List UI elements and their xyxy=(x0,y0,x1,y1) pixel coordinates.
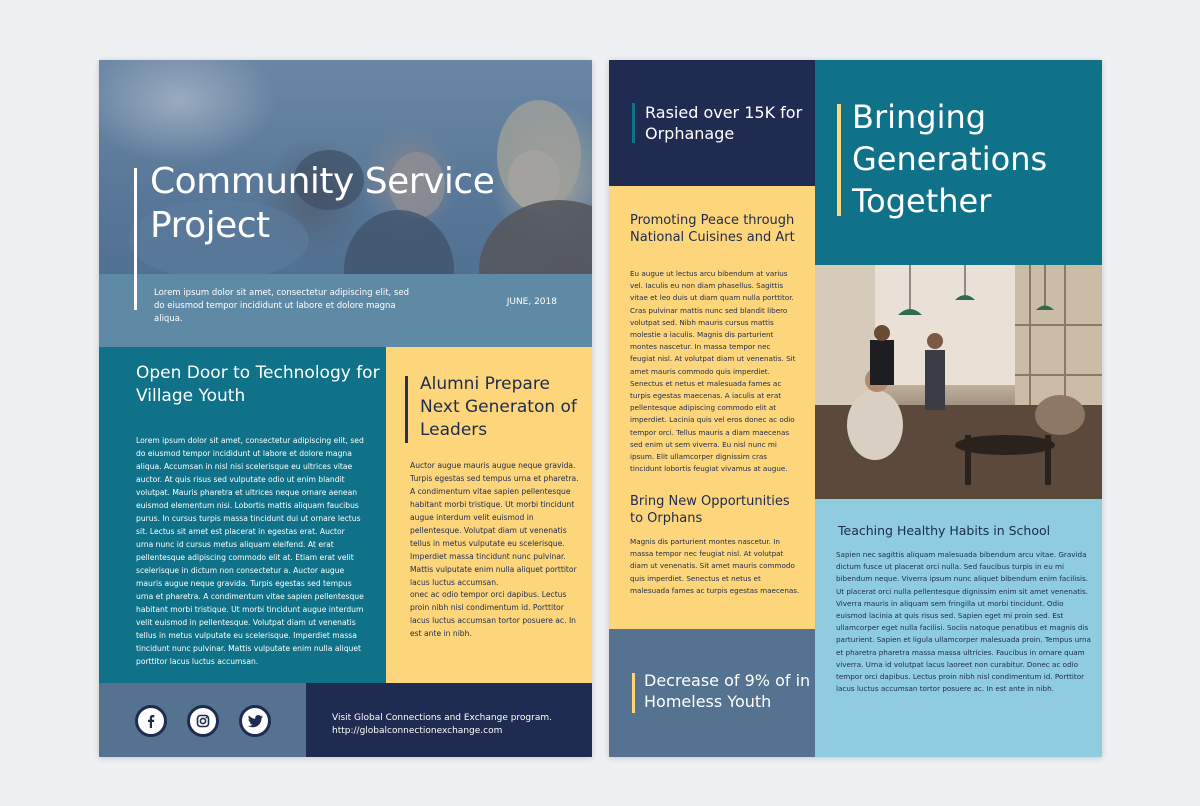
instagram-icon[interactable] xyxy=(187,705,219,737)
brochure-page-left: Community Service Project Lorem ipsum do… xyxy=(99,60,592,757)
article-peace-panel: Promoting Peace through National Cuisine… xyxy=(609,186,815,629)
headline-panel: Bringing Generations Together xyxy=(815,60,1102,265)
article-heading: Alumni Prepare Next Generaton of Leaders xyxy=(420,374,577,440)
social-footer xyxy=(99,683,306,757)
article-heading: Promoting Peace through National Cuisine… xyxy=(630,213,795,245)
article-heading: Bring New Opportunities to Orphans xyxy=(630,494,790,526)
headline: Bringing Generations Together xyxy=(852,98,1048,220)
article-body: Sapien nec sagittis aliquam malesuada bi… xyxy=(836,550,1091,694)
twitter-icon[interactable] xyxy=(239,705,271,737)
cafe-scene-illustration xyxy=(815,265,1102,499)
article-open-door: Open Door to Technology for Village Yout… xyxy=(99,347,386,683)
decrease-accent-bar xyxy=(632,673,635,713)
alumni-accent-bar xyxy=(405,376,408,443)
footer-visit-line: Visit Global Connections and Exchange pr… xyxy=(332,713,552,723)
stat-decrease-panel: Decrease of 9% of in Homeless Youth xyxy=(609,629,815,757)
article-habits-panel: Teaching Healthy Habits in School Sapien… xyxy=(815,499,1102,757)
hero-subtitle: Lorem ipsum dolor sit amet, consectetur … xyxy=(154,288,409,324)
article-body: Eu augue ut lectus arcu bibendum at vari… xyxy=(630,269,796,474)
article-body: Auctor augue mauris augue neque gravida.… xyxy=(410,461,579,587)
program-link[interactable]: http://globalconnectionexchange.com xyxy=(332,726,502,736)
stat-raised-panel: Rasied over 15K for Orphanage xyxy=(609,60,815,186)
raised-accent-bar xyxy=(632,103,635,143)
cafe-photo xyxy=(815,265,1102,499)
page-title: Community Service Project xyxy=(150,161,495,246)
article-body-continued: onec ac odio tempor orci dapibus. Lectus… xyxy=(410,590,576,638)
article-body: Lorem ipsum dolor sit amet, consectetur … xyxy=(136,436,364,666)
facebook-icon[interactable] xyxy=(135,705,167,737)
article-heading: Teaching Healthy Habits in School xyxy=(838,523,1051,538)
title-accent-bar xyxy=(134,168,137,310)
footer-text: Visit Global Connections and Exchange pr… xyxy=(332,712,582,738)
stat-raised: Rasied over 15K for Orphanage xyxy=(645,103,803,143)
brochure-page-right: Rasied over 15K for Orphanage Bringing G… xyxy=(609,60,1102,757)
article-heading: Open Door to Technology for Village Yout… xyxy=(136,363,380,406)
article-alumni: Alumni Prepare Next Generaton of Leaders… xyxy=(386,347,592,683)
headline-accent-bar xyxy=(837,104,841,216)
issue-date: JUNE, 2018 xyxy=(506,297,557,307)
program-footer: Visit Global Connections and Exchange pr… xyxy=(306,683,592,757)
stat-decrease: Decrease of 9% of in Homeless Youth xyxy=(644,671,811,711)
article-body: Magnis dis parturient montes nascetur. I… xyxy=(630,537,800,595)
